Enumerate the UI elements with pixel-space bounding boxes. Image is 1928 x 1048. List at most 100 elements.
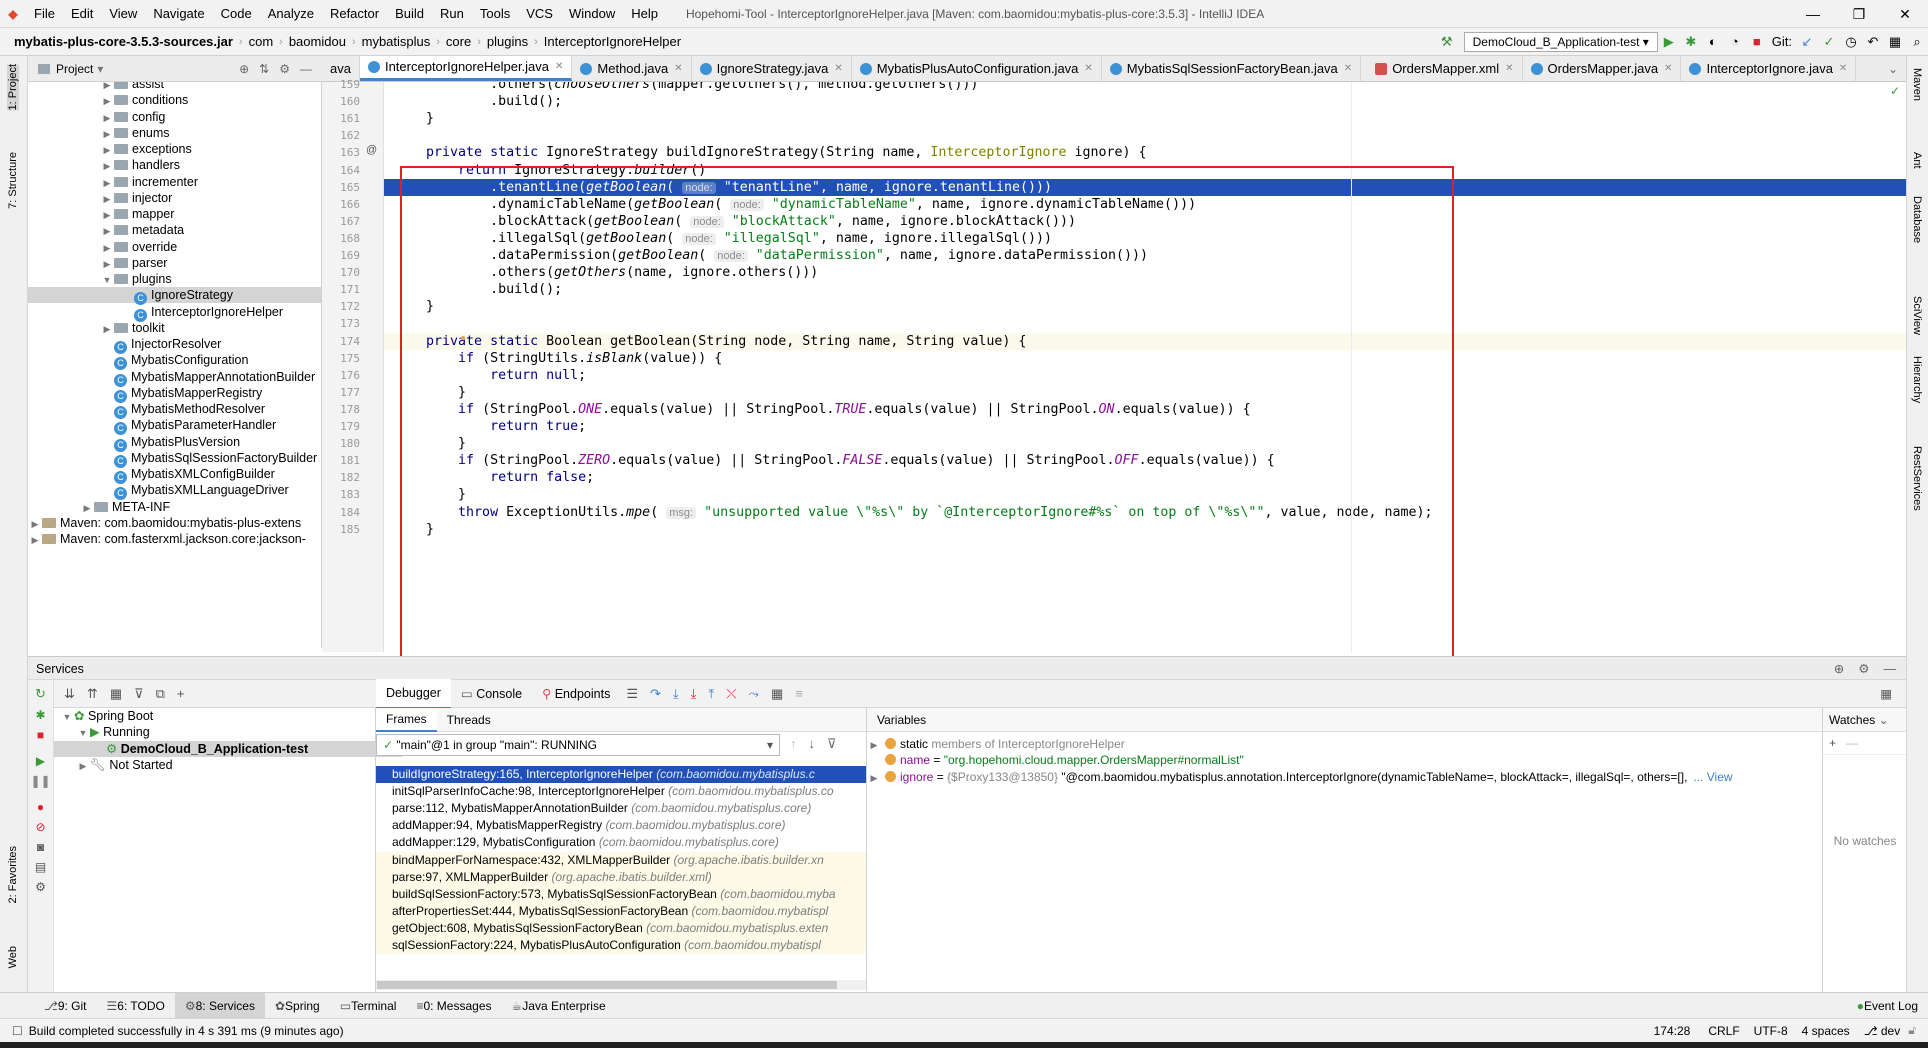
override-marker-icon[interactable]: @ — [366, 144, 377, 156]
chevron-down-icon[interactable]: ⌄ — [1879, 713, 1889, 727]
expand-arrow-icon[interactable]: ▶ — [28, 516, 42, 532]
tab-editor-file[interactable]: MybatisSqlSessionFactoryBean.java ✕ — [1102, 56, 1362, 81]
minimize-icon[interactable]: — — [1790, 0, 1836, 28]
stack-frame[interactable]: buildIgnoreStrategy:165, InterceptorIgno… — [376, 766, 866, 783]
menu-item-analyze[interactable]: Analyze — [260, 0, 322, 28]
gear-icon[interactable]: ⚙ — [1858, 657, 1869, 681]
project-tree-item[interactable]: ▶ override — [28, 239, 321, 255]
mute-breakpoints-icon[interactable]: ⊘ — [28, 820, 53, 834]
project-tree-item[interactable]: C MybatisPlusVersion — [28, 434, 321, 452]
menu-item-vcs[interactable]: VCS — [518, 0, 561, 28]
add-icon[interactable]: + — [177, 686, 185, 702]
project-tree-item[interactable]: ▶ META-INF — [28, 499, 321, 515]
settings-icon[interactable]: ⚙ — [28, 880, 53, 894]
project-tree-item[interactable]: C MybatisMapperAnnotationBuilder — [28, 369, 321, 387]
evaluate-icon[interactable]: ▦ — [771, 686, 783, 702]
hierarchy-tool-button[interactable]: Hierarchy — [1911, 356, 1923, 403]
tab-editor-file[interactable]: OrdersMapper.xml ✕ — [1361, 56, 1523, 81]
tab-threads[interactable]: Threads — [437, 709, 501, 731]
menu-item-help[interactable]: Help — [623, 0, 666, 28]
project-tree-item[interactable]: C MybatisConfiguration — [28, 352, 321, 371]
tool-window-button[interactable]: ☕︎ Java Enterprise — [502, 999, 616, 1013]
project-tree-item[interactable]: ▶ exceptions — [28, 141, 321, 157]
tab-editor-file[interactable]: InterceptorIgnore.java ✕ — [1681, 56, 1857, 81]
project-tree-item[interactable]: ▶ enums — [28, 125, 321, 142]
menu-item-navigate[interactable]: Navigate — [145, 0, 212, 28]
menu-item-window[interactable]: Window — [561, 0, 623, 28]
expand-arrow-icon[interactable]: ▶ — [100, 93, 114, 109]
filter-icon[interactable]: ⊽ — [134, 686, 144, 702]
stack-frame[interactable]: buildSqlSessionFactory:573, MybatisSqlSe… — [376, 885, 866, 903]
stack-frame[interactable]: addMapper:94, MybatisMapperRegistry (com… — [376, 817, 866, 834]
project-tree-item[interactable]: C InjectorResolver — [28, 336, 321, 354]
tab-endpoints[interactable]: ⚲ Endpoints — [532, 680, 620, 708]
tab-editor-file[interactable]: Method.java ✕ — [572, 56, 692, 81]
expand-arrow-icon[interactable]: ▶ — [100, 126, 114, 142]
trace-icon[interactable]: ≡ — [795, 686, 803, 702]
breadcrumb-item[interactable]: com — [243, 34, 280, 49]
close-tab-icon[interactable]: ✕ — [1839, 56, 1847, 81]
project-tree-item[interactable]: C InterceptorIgnoreHelper — [28, 304, 321, 322]
collapse-all-icon[interactable]: ⇅ — [259, 62, 269, 76]
breadcrumb-item[interactable]: InterceptorIgnoreHelper — [538, 34, 687, 49]
menu-item-file[interactable]: File — [26, 0, 63, 28]
layout-icon[interactable]: ▤ — [28, 860, 53, 874]
project-tree-item[interactable]: C MybatisMethodResolver — [28, 401, 321, 419]
expand-arrow-icon[interactable]: ▶ — [100, 191, 114, 207]
breadcrumb-item[interactable]: mybatisplus — [356, 34, 437, 49]
menu-item-refactor[interactable]: Refactor — [322, 0, 387, 28]
expand-arrow-icon[interactable]: ▶ — [28, 532, 42, 548]
project-tree-item[interactable]: C IgnoreStrategy — [28, 287, 321, 306]
camera-icon[interactable]: ◙ — [28, 840, 53, 854]
project-tree-item[interactable]: ▶ toolkit — [28, 320, 321, 336]
stack-frame[interactable]: addMapper:129, MybatisConfiguration (com… — [376, 834, 866, 851]
project-tree-item[interactable]: ▼ plugins — [28, 271, 321, 287]
git-history-icon[interactable]: ◷ — [1840, 34, 1862, 50]
tool-window-button[interactable]: ⎇ 9: Git — [34, 999, 97, 1013]
view-link[interactable]: ... View — [1693, 770, 1732, 784]
expand-arrow-icon[interactable]: ▶ — [76, 758, 90, 774]
menu-item-edit[interactable]: Edit — [63, 0, 101, 28]
code-line[interactable]: .others(chooseOthers(mapper.getOthers(),… — [384, 82, 1906, 93]
variable-row[interactable]: ▶ ignore = {$Proxy133@13850} "@com.baomid… — [867, 769, 1733, 785]
project-tree-item[interactable]: ▶ parser — [28, 255, 321, 271]
stack-frame[interactable]: parse:97, XMLMapperBuilder (org.apache.i… — [376, 868, 866, 886]
project-view-select[interactable]: Project — [56, 62, 93, 76]
expand-arrow-icon[interactable]: ▶ — [867, 770, 881, 786]
menu-item-code[interactable]: Code — [213, 0, 260, 28]
force-step-into-icon[interactable]: ⤓ — [691, 686, 697, 702]
locate-icon[interactable]: ⊕ — [239, 62, 249, 76]
service-tree-item[interactable]: ⚙ DemoCloud_B_Application-test — [54, 740, 402, 757]
lock-icon[interactable]: 🔓︎ — [1908, 1023, 1916, 1038]
run-config-select[interactable]: DemoCloud_B_Application-test ▾ — [1463, 31, 1658, 52]
stack-frame[interactable]: parse:112, MybatisMapperAnnotationBuilde… — [376, 800, 866, 817]
tab-editor-file[interactable]: OrdersMapper.java ✕ — [1523, 56, 1682, 81]
project-tree-item[interactable]: ▶ handlers — [28, 157, 321, 173]
database-tool-button[interactable]: Database — [1911, 196, 1923, 243]
sciview-tool-button[interactable]: SciView — [1911, 296, 1923, 335]
add-watch-icon[interactable]: + — [1829, 736, 1836, 750]
code-line[interactable]: } — [384, 110, 1906, 127]
menu-item-tools[interactable]: Tools — [472, 0, 518, 28]
project-tree-item[interactable]: ▶ mapper — [28, 206, 321, 222]
project-tree-item[interactable]: ▶ config — [28, 109, 321, 125]
expand-arrow-icon[interactable]: ▼ — [60, 709, 74, 725]
stop-icon[interactable]: ■ — [1746, 34, 1768, 49]
file-encoding[interactable]: UTF-8 — [1754, 1024, 1788, 1038]
frames-scrollbar[interactable] — [376, 980, 866, 990]
coverage-icon[interactable]: ◐ — [1702, 34, 1724, 49]
tool-window-button[interactable]: ☰ 6: TODO — [97, 999, 175, 1013]
gear-icon[interactable]: ⚙ — [279, 62, 290, 76]
git-update-icon[interactable]: ↙ — [1796, 34, 1818, 50]
frame-down-icon[interactable]: ↓ — [809, 736, 816, 752]
expand-arrow-icon[interactable]: ▶ — [100, 223, 114, 239]
breadcrumb-item[interactable]: mybatis-plus-core-3.5.3-sources.jar — [8, 34, 239, 49]
debug-icon[interactable]: ✱ — [1680, 34, 1702, 50]
expand-all-icon[interactable]: ⇊ — [64, 686, 75, 702]
menu-item-run[interactable]: Run — [432, 0, 472, 28]
hide-icon[interactable]: — — [300, 62, 312, 76]
variable-row[interactable]: ▶ static members of InterceptorIgnoreHelp… — [867, 736, 1125, 752]
breadcrumb-item[interactable]: core — [440, 34, 477, 49]
layout-settings-icon[interactable]: ▦ — [1880, 686, 1906, 701]
caret-position[interactable]: 174:28 — [1654, 1024, 1691, 1038]
